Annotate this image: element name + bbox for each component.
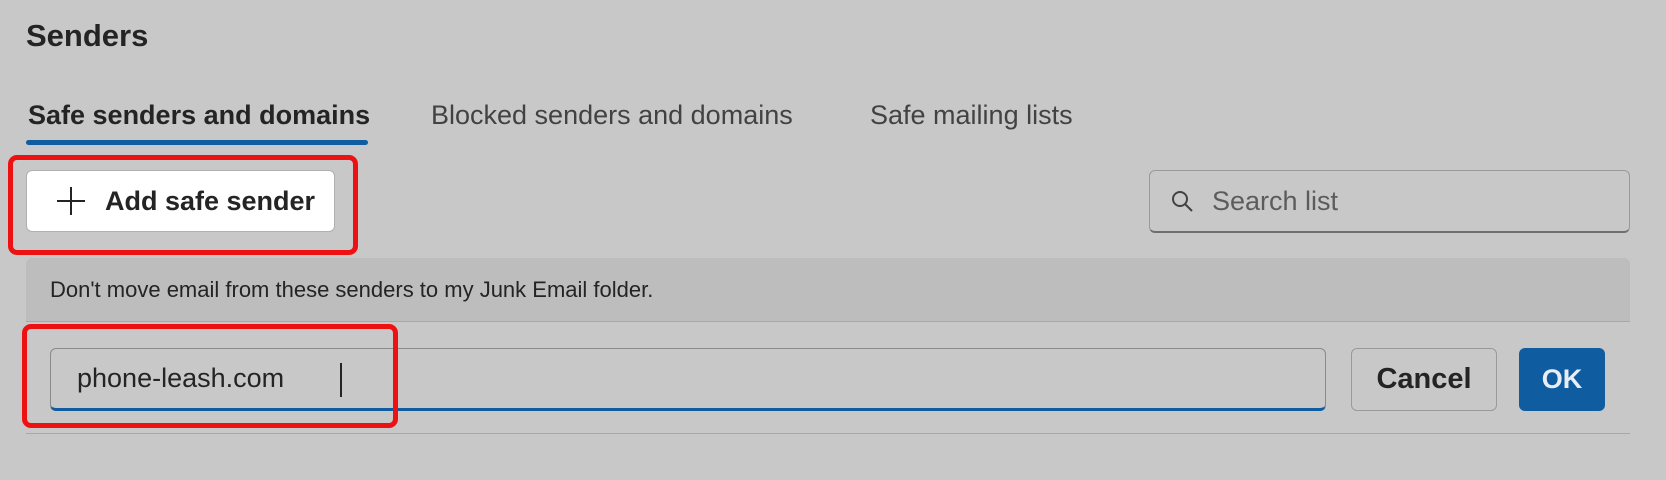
active-tab-indicator — [26, 140, 368, 145]
add-safe-sender-button[interactable]: Add safe sender — [26, 170, 335, 232]
sender-entry-field[interactable] — [50, 348, 1326, 411]
tab-blocked-senders[interactable]: Blocked senders and domains — [431, 96, 793, 134]
tab-bar: Safe senders and domains Blocked senders… — [26, 96, 1128, 146]
ok-button[interactable]: OK — [1519, 348, 1605, 411]
add-safe-sender-label: Add safe sender — [105, 185, 316, 216]
tab-safe-senders[interactable]: Safe senders and domains — [28, 96, 370, 134]
search-box[interactable] — [1149, 170, 1630, 233]
cancel-button[interactable]: Cancel — [1351, 348, 1497, 411]
row-divider — [26, 433, 1630, 434]
search-input[interactable] — [1210, 184, 1614, 218]
plus-icon — [55, 185, 87, 217]
tab-safe-mailing-lists[interactable]: Safe mailing lists — [870, 96, 1073, 134]
sender-input[interactable] — [75, 362, 1279, 395]
safe-senders-description: Don't move email from these senders to m… — [26, 258, 1630, 322]
search-icon — [1170, 189, 1194, 213]
page-title: Senders — [26, 18, 149, 53]
text-caret — [340, 363, 342, 397]
